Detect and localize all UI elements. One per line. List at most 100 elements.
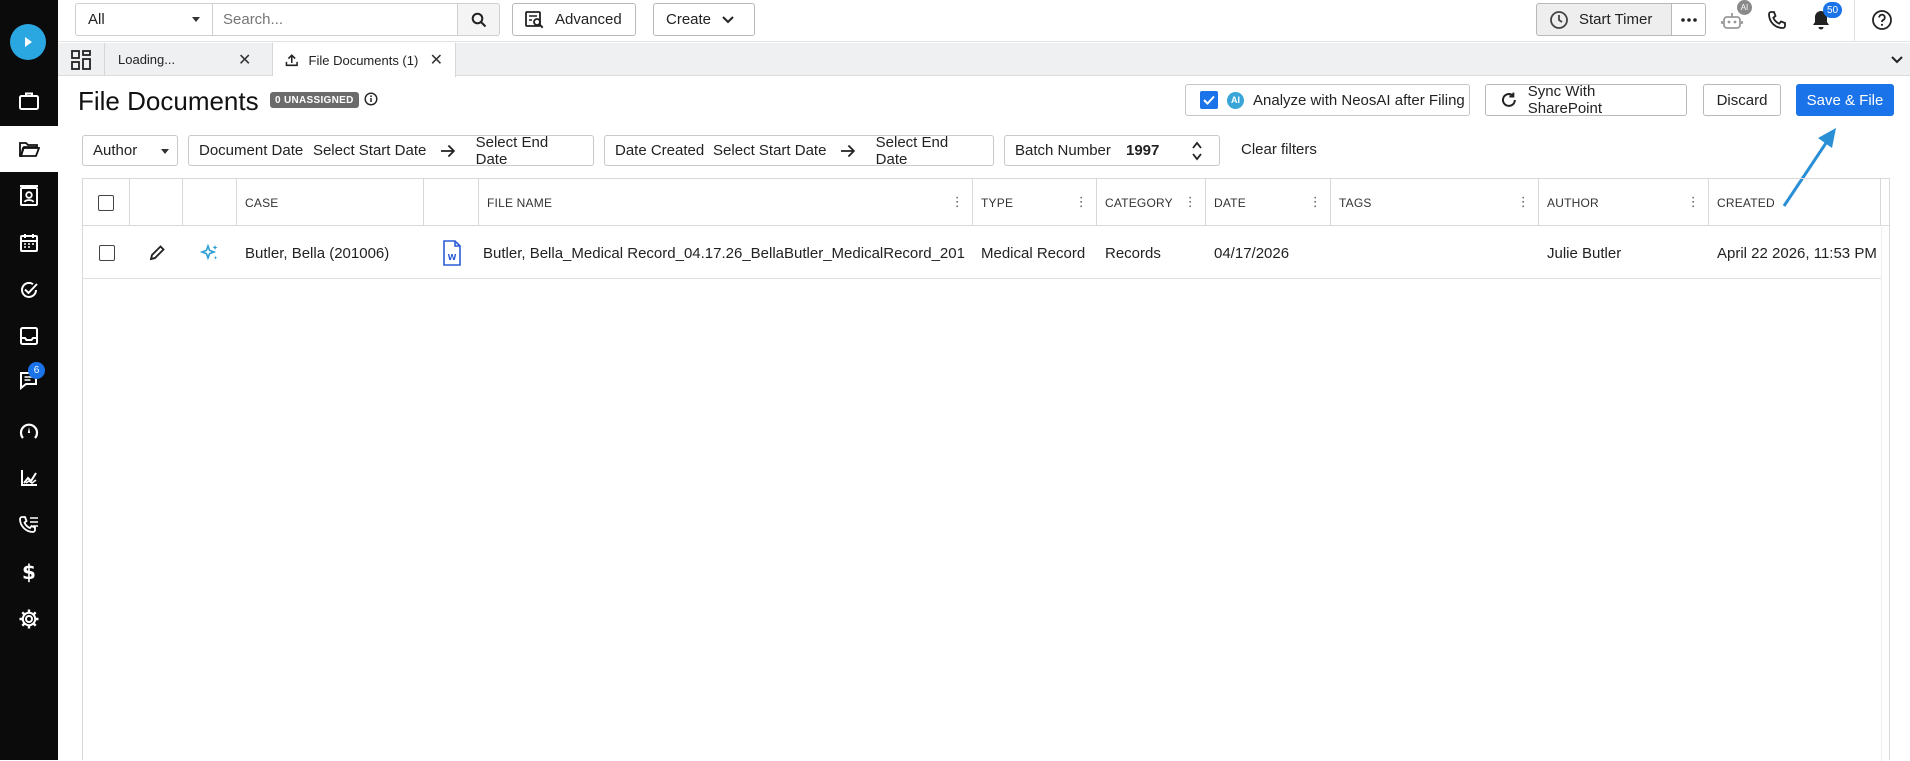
cases-briefcase-icon[interactable]	[13, 85, 45, 117]
app-logo-play-icon[interactable]	[10, 24, 46, 60]
column-menu-kebab-icon[interactable]: ⋮	[1184, 195, 1197, 208]
phone-icon[interactable]	[1762, 5, 1792, 35]
arrow-right-icon	[440, 144, 455, 157]
analyze-neosai-toggle[interactable]: AI Analyze with NeosAI after Filing	[1185, 84, 1470, 116]
tasks-check-circle-icon[interactable]	[13, 274, 45, 306]
batch-number-label: Batch Number	[1015, 142, 1111, 159]
contacts-card-icon[interactable]	[13, 180, 45, 212]
ai-sparkle-icon[interactable]	[200, 243, 220, 263]
discard-button[interactable]: Discard	[1703, 84, 1781, 116]
column-label: CATEGORY	[1105, 195, 1173, 210]
tags-column-header[interactable]: TAGS ⋮	[1331, 179, 1539, 226]
sync-sharepoint-button[interactable]: Sync With SharePoint	[1485, 83, 1687, 117]
reports-chart-icon[interactable]	[13, 462, 45, 494]
type-cell[interactable]: Medical Record	[973, 227, 1097, 279]
batch-number-value[interactable]: 1997	[1126, 142, 1191, 159]
advanced-search-icon	[525, 10, 544, 28]
row-checkbox[interactable]	[98, 245, 115, 261]
edit-pencil-icon[interactable]	[148, 244, 166, 262]
file-name-column-header[interactable]: FILE NAME ⋮	[479, 179, 973, 226]
doc-end-date-input[interactable]: Select End Date	[476, 134, 583, 168]
create-label: Create	[666, 11, 712, 28]
create-button[interactable]: Create	[653, 3, 755, 36]
author-filter-select[interactable]: Author	[82, 135, 178, 166]
arrow-right-icon	[840, 144, 855, 157]
help-question-icon[interactable]	[1867, 5, 1897, 35]
clear-filters-button[interactable]: Clear filters	[1241, 141, 1317, 158]
timer-more-button[interactable]	[1672, 3, 1706, 36]
table-row[interactable]: Butler, Bella (201006) W Butler, Bella_M…	[83, 227, 1881, 279]
column-label: CASE	[245, 195, 279, 210]
more-dots-icon	[1680, 17, 1697, 22]
left-nav-rail: 6 $	[0, 0, 58, 760]
tab-overview-button[interactable]	[58, 43, 105, 76]
created-start-date-input[interactable]: Select Start Date	[713, 142, 840, 159]
discard-label: Discard	[1716, 91, 1768, 109]
doc-start-date-input[interactable]: Select Start Date	[313, 142, 440, 159]
column-menu-kebab-icon[interactable]: ⋮	[1309, 195, 1322, 208]
page-title: File Documents	[78, 86, 259, 116]
file-name-cell[interactable]: Butler, Bella_Medical Record_04.17.26_Be…	[471, 227, 965, 279]
tab-file-documents[interactable]: File Documents (1) ✕	[273, 43, 456, 77]
created-column-header[interactable]: CREATED	[1709, 179, 1881, 226]
search-scope-value: All	[88, 11, 105, 28]
advanced-search-button[interactable]: Advanced	[512, 3, 636, 36]
documents-folder-icon[interactable]	[0, 126, 58, 172]
checkmark-icon	[1203, 95, 1215, 105]
billing-dollar-icon[interactable]: $	[13, 556, 45, 588]
column-menu-kebab-icon[interactable]: ⋮	[1075, 195, 1088, 208]
case-cell[interactable]: Butler, Bella (201006)	[229, 227, 416, 279]
svg-text:W: W	[447, 253, 456, 262]
tabs-bar: Loading... ✕ File Documents (1) ✕	[58, 43, 1910, 77]
search-input[interactable]	[213, 3, 458, 36]
column-menu-kebab-icon[interactable]: ⋮	[951, 195, 964, 208]
tab-loading[interactable]: Loading... ✕	[106, 43, 273, 76]
notifications-badge: 50	[1823, 2, 1842, 18]
inbox-tray-icon[interactable]	[13, 320, 45, 352]
created-end-date-input[interactable]: Select End Date	[876, 134, 983, 168]
stepper-up-down-icon[interactable]	[1191, 140, 1203, 162]
type-column-header[interactable]: TYPE ⋮	[973, 179, 1097, 226]
batch-number-filter[interactable]: Batch Number 1997	[1004, 135, 1220, 166]
settings-gear-icon[interactable]	[13, 603, 45, 635]
ai-assistant-robot-icon[interactable]: AI	[1718, 0, 1752, 35]
date-column-header[interactable]: DATE ⋮	[1206, 179, 1331, 226]
select-all-checkbox[interactable]	[98, 194, 114, 211]
date-created-filter: Date Created Select Start Date Select En…	[604, 134, 994, 168]
grid-layout-icon	[71, 49, 91, 70]
tags-cell[interactable]	[1331, 227, 1539, 279]
search-button[interactable]	[458, 3, 500, 36]
advanced-label: Advanced	[555, 11, 622, 28]
dashboard-gauge-icon[interactable]	[13, 415, 45, 447]
topbar-divider	[1854, 0, 1855, 42]
column-label: DATE	[1214, 195, 1246, 210]
start-timer-button[interactable]: Start Timer	[1536, 3, 1672, 36]
search-scope-select[interactable]: All	[75, 3, 213, 36]
save-label: Save & File	[1806, 91, 1884, 109]
author-cell[interactable]: Julie Butler	[1539, 227, 1709, 279]
case-column-header[interactable]: CASE	[237, 179, 424, 226]
table-scrollbar[interactable]	[1881, 227, 1889, 761]
column-menu-kebab-icon[interactable]: ⋮	[1517, 195, 1530, 208]
author-filter-label: Author	[93, 142, 138, 159]
category-cell[interactable]: Records	[1097, 227, 1206, 279]
ai-badge: AI	[1737, 0, 1752, 15]
column-label: TAGS	[1339, 195, 1372, 210]
search-icon	[471, 12, 486, 27]
messages-chat-icon[interactable]: 6	[13, 362, 45, 396]
select-all-cell	[83, 179, 130, 226]
close-tab-icon[interactable]: ✕	[430, 50, 443, 70]
notifications-bell-icon[interactable]: 50	[1806, 2, 1842, 35]
author-column-header[interactable]: AUTHOR ⋮	[1539, 179, 1709, 226]
chevron-down-icon	[722, 15, 734, 23]
category-column-header[interactable]: CATEGORY ⋮	[1097, 179, 1206, 226]
info-icon[interactable]	[364, 92, 378, 110]
date-cell[interactable]: 04/17/2026	[1206, 227, 1331, 279]
tabs-overflow-chevron-icon[interactable]	[1890, 52, 1904, 69]
calendar-icon[interactable]	[13, 227, 45, 259]
save-and-file-button[interactable]: Save & File	[1796, 84, 1894, 116]
close-tab-icon[interactable]: ✕	[238, 50, 251, 70]
call-log-phone-icon[interactable]	[13, 509, 45, 541]
analyze-checkbox[interactable]	[1200, 91, 1218, 109]
column-menu-kebab-icon[interactable]: ⋮	[1687, 195, 1700, 208]
